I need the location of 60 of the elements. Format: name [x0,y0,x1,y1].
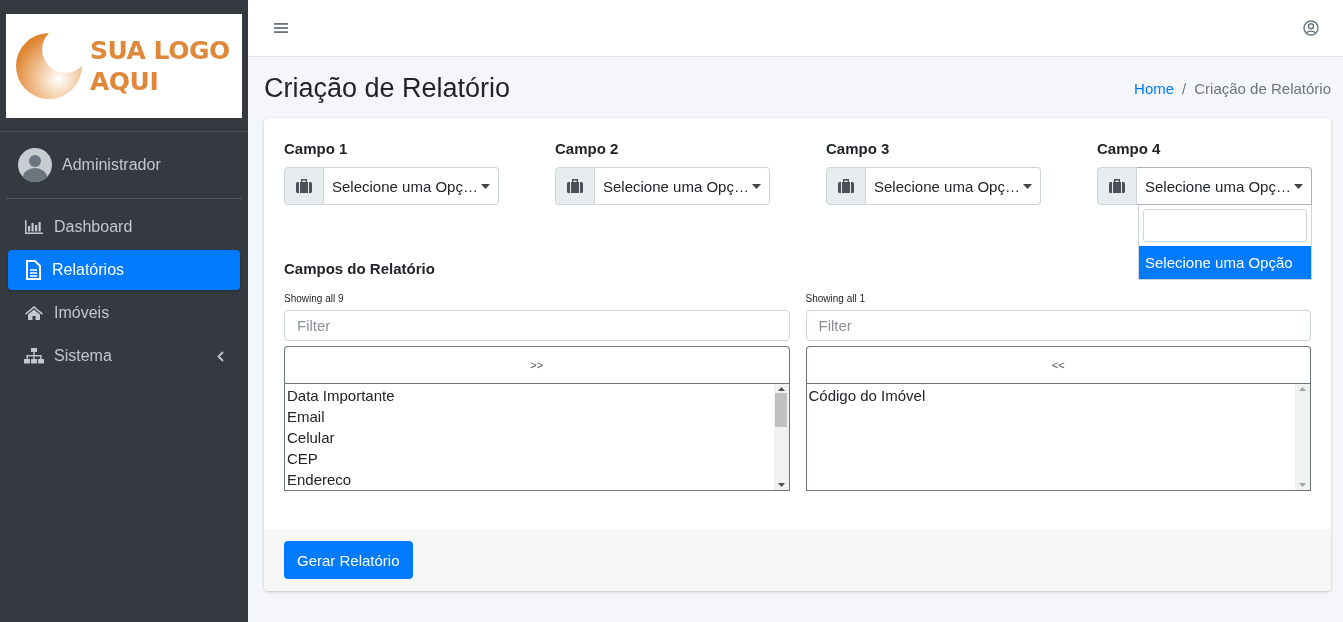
list-option[interactable]: Endereco [287,469,772,490]
filter-field[interactable]: Filter [805,310,1311,341]
breadcrumb-link[interactable]: Home [1134,80,1175,97]
select-field[interactable]: Selecione uma Opç… [866,167,1041,205]
list-option[interactable]: Data Importante [287,385,772,406]
select-field[interactable]: Selecione uma Opç… [324,167,499,205]
caret-icon [1294,183,1303,189]
list-option[interactable]: Email [287,406,772,427]
briefcase-icon [567,179,583,193]
avatar-icon [18,148,52,182]
scrollbar[interactable] [1295,384,1310,490]
scroll-down-icon [777,483,785,487]
field-label: Campo 4 [1097,140,1162,157]
document-icon [24,260,42,280]
logo-swoosh-icon [14,31,84,101]
caret-icon [481,183,490,189]
user-circle-icon [1303,20,1319,36]
dropdown-option[interactable]: Selecione uma Opção [1139,246,1311,279]
sidebar-item[interactable]: Sistema [8,336,240,376]
chevron-left-icon [217,350,224,362]
briefcase-icon [296,179,312,193]
list-box[interactable]: Data Importante Email Celular CEP Endereco [284,383,790,491]
list-info: Showing all 9 [284,293,345,304]
section-title: Campos do Relatório [284,260,435,277]
scroll-up-icon [777,387,785,391]
sitemap-icon [24,348,44,364]
list-option[interactable]: CEP [287,448,772,469]
field-label: Campo 1 [284,140,349,157]
scroll-up-icon [1299,387,1306,391]
scroll-down-icon [1299,483,1306,487]
generate-report-button[interactable]: Gerar Relatório [284,541,413,579]
dropdown-search-field[interactable] [1143,209,1307,242]
move-button[interactable]: << [805,346,1311,383]
scrollbar[interactable] [773,384,789,490]
sidebar-item[interactable]: Relatórios [8,250,240,290]
filter-field[interactable]: Filter [284,310,790,341]
page-title: Criação de Relatório [264,73,511,104]
sidebar-item[interactable]: Imóveis [8,293,240,333]
briefcase-icon [1109,179,1125,193]
logo-text: SUA LOGO [90,35,230,66]
breadcrumb-separator: / [1182,80,1187,97]
field-label: Campo 2 [555,140,620,157]
caret-icon [752,183,761,189]
list-box[interactable]: Código do Imóvel [805,383,1311,491]
breadcrumb-current: Criação de Relatório [1194,80,1331,97]
caret-icon [1023,183,1032,189]
user-name[interactable]: Administrador [62,156,161,174]
list-info: Showing all 1 [805,293,866,304]
logo-text: AQUI [90,66,160,97]
field-label: Campo 3 [826,140,891,157]
select-field[interactable]: Selecione uma Opç… [595,167,770,205]
move-button[interactable]: >> [284,346,790,383]
list-option[interactable]: Celular [287,427,772,448]
sidebar-item[interactable]: Dashboard [8,207,240,247]
house-icon [24,305,44,321]
list-option[interactable]: Código do Imóvel [808,385,1293,406]
briefcase-icon [838,179,854,193]
menu-icon [274,22,288,34]
select-field[interactable]: Selecione uma Opç… [1137,167,1312,205]
bar-chart-icon [24,219,44,235]
